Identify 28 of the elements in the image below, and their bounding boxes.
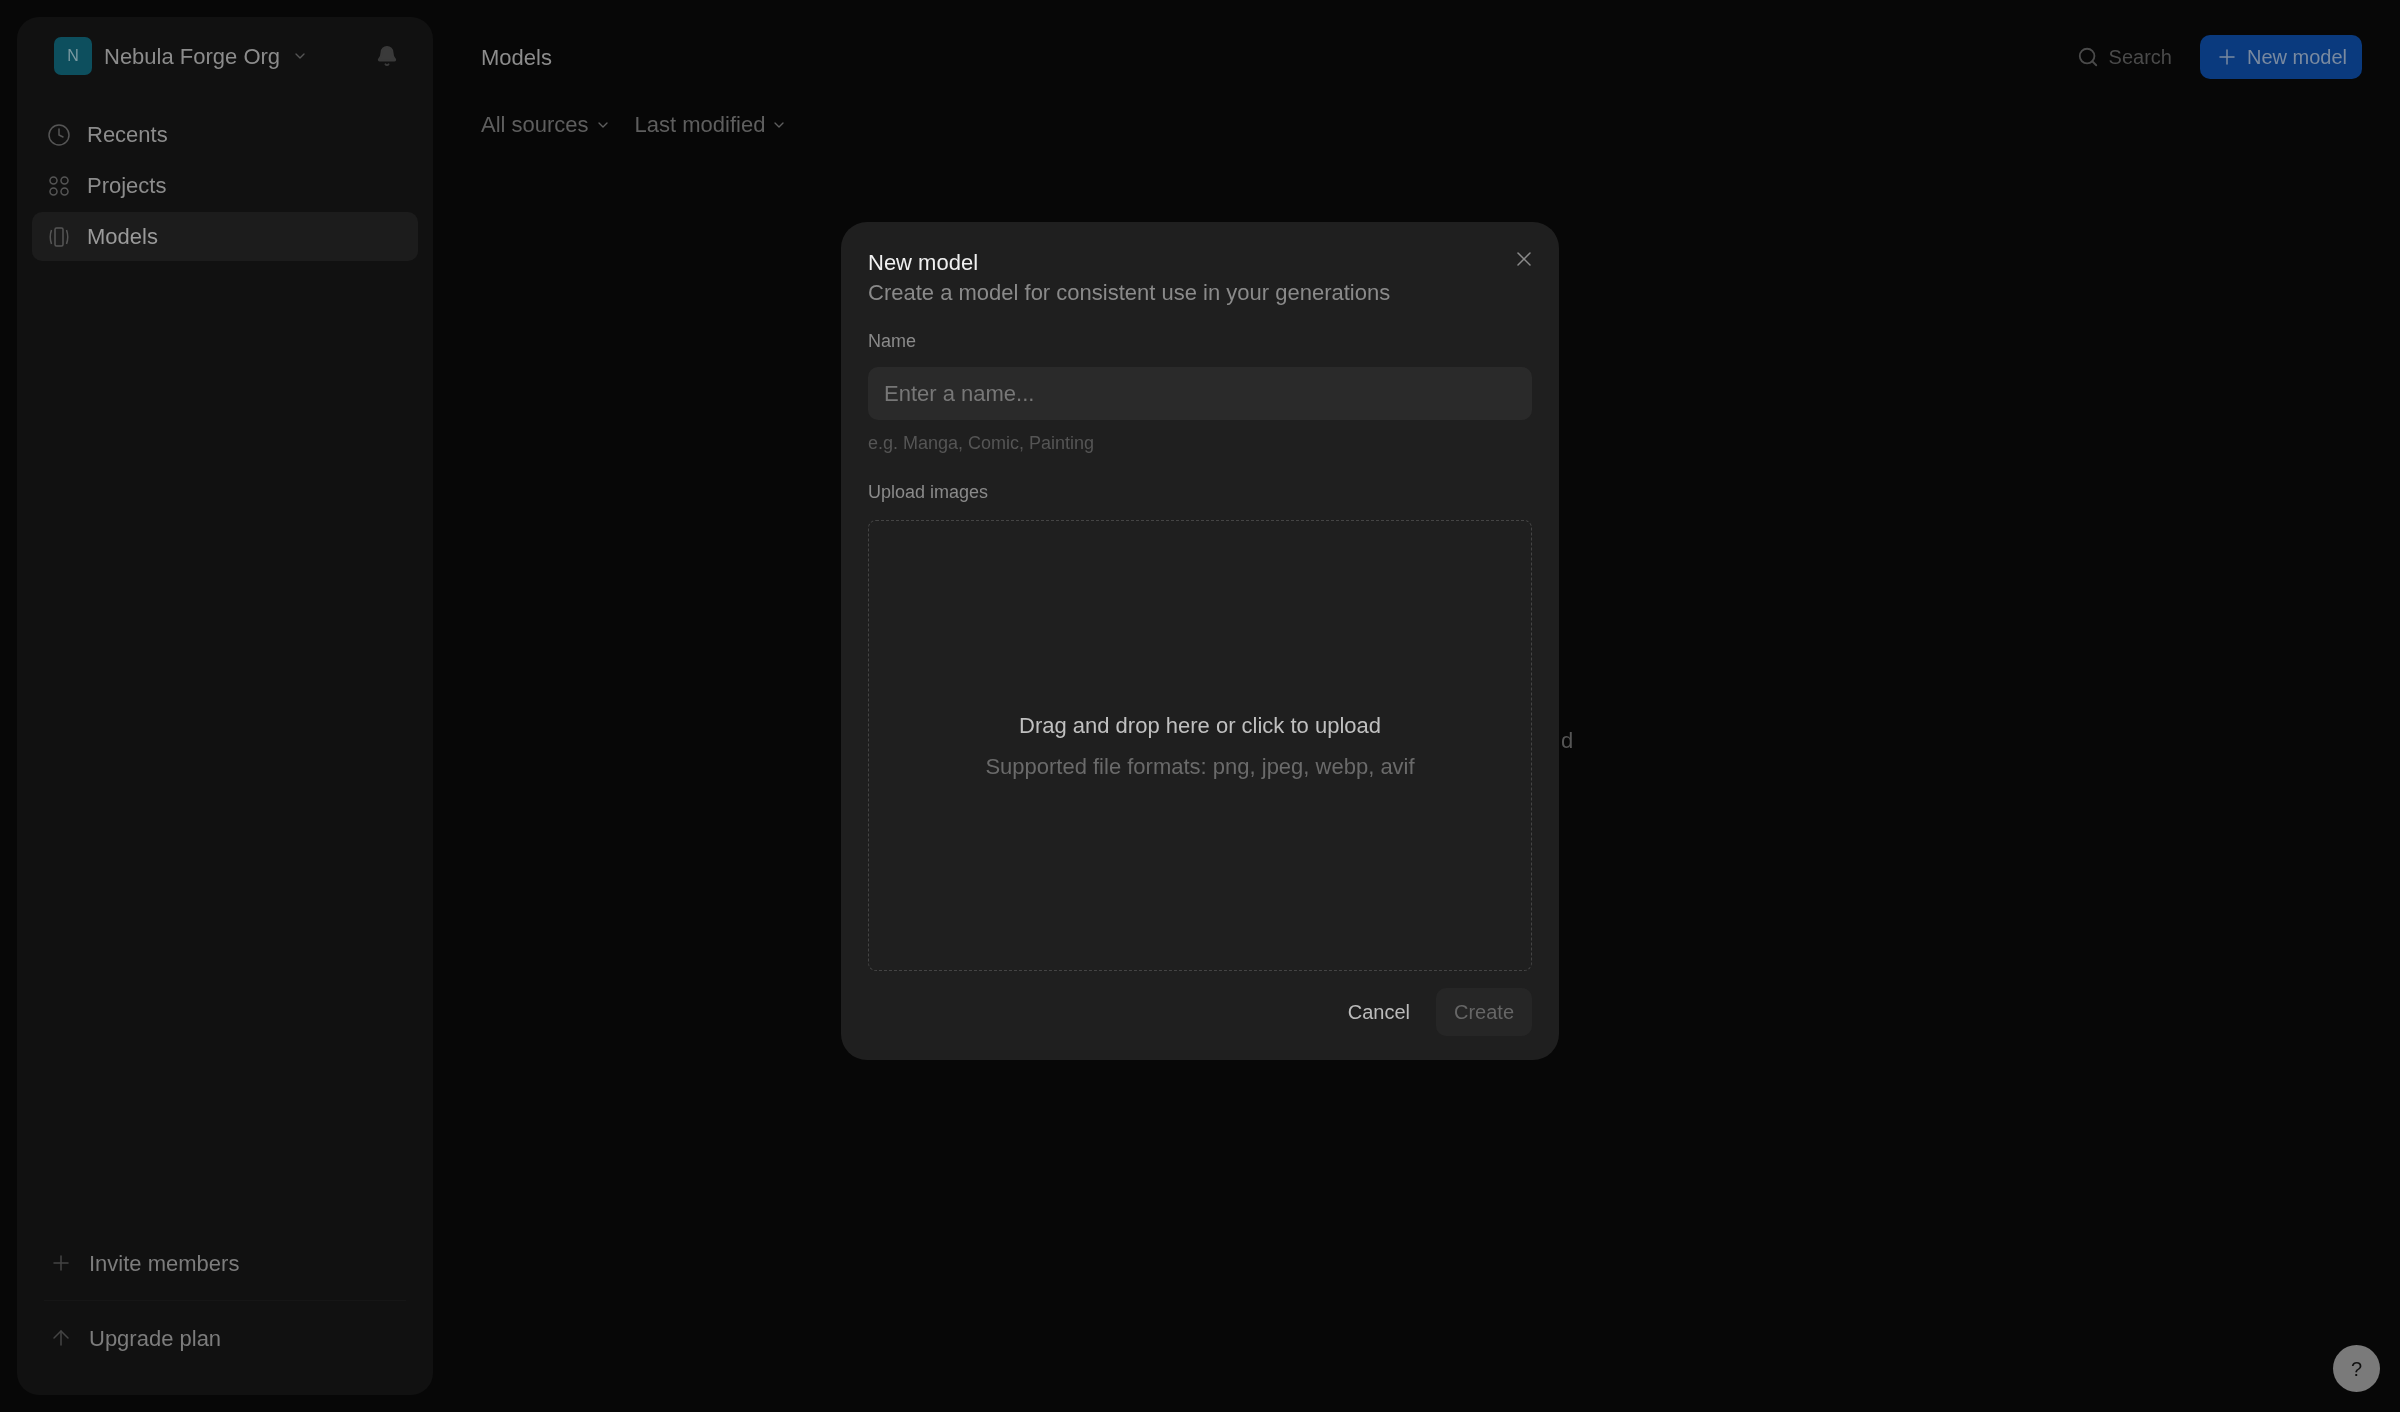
- search-button[interactable]: Search: [2076, 42, 2172, 72]
- upload-dropzone[interactable]: Drag and drop here or click to upload Supported file formats: png, jpeg, webp, avif: [868, 520, 1532, 971]
- org-switcher[interactable]: N Nebula Forge Org: [54, 37, 309, 75]
- background-text: d: [1561, 727, 1574, 755]
- org-avatar: N: [54, 37, 92, 75]
- sidebar-footer-item[interactable]: Upgrade plan: [17, 1301, 433, 1375]
- dropzone-hint: Supported file formats: png, jpeg, webp, avif: [985, 752, 1415, 781]
- dropzone-title: Drag and drop here or click to upload: [1019, 711, 1381, 740]
- sidebar-item[interactable]: Projects: [32, 161, 418, 210]
- org-name: Nebula Forge Org: [104, 42, 281, 71]
- cancel-button[interactable]: Cancel: [1341, 988, 1416, 1036]
- clock-icon: [47, 122, 71, 147]
- name-field[interactable]: Enter a name...: [868, 367, 1532, 420]
- search-icon: [2076, 46, 2099, 68]
- filter-dropdown[interactable]: All sources: [481, 108, 611, 141]
- sidebar-item[interactable]: Recents: [32, 110, 418, 159]
- sidebar-item[interactable]: Models: [32, 212, 418, 261]
- page-title: Models: [481, 43, 552, 72]
- cards-icon: [47, 224, 71, 249]
- name-label: Name: [868, 330, 917, 353]
- sidebar-footer-item[interactable]: Invite members: [17, 1226, 433, 1300]
- new-model-button[interactable]: New model: [2199, 35, 2362, 79]
- help-button[interactable]: ?: [2333, 1345, 2380, 1392]
- dialog-subtitle: Create a model for consistent use in your generations: [868, 279, 1392, 307]
- upload-label: Upload images: [868, 481, 990, 504]
- dialog-title: New model: [868, 249, 979, 277]
- grid-icon: [47, 173, 71, 198]
- filter-dropdown[interactable]: Last modified: [634, 108, 788, 141]
